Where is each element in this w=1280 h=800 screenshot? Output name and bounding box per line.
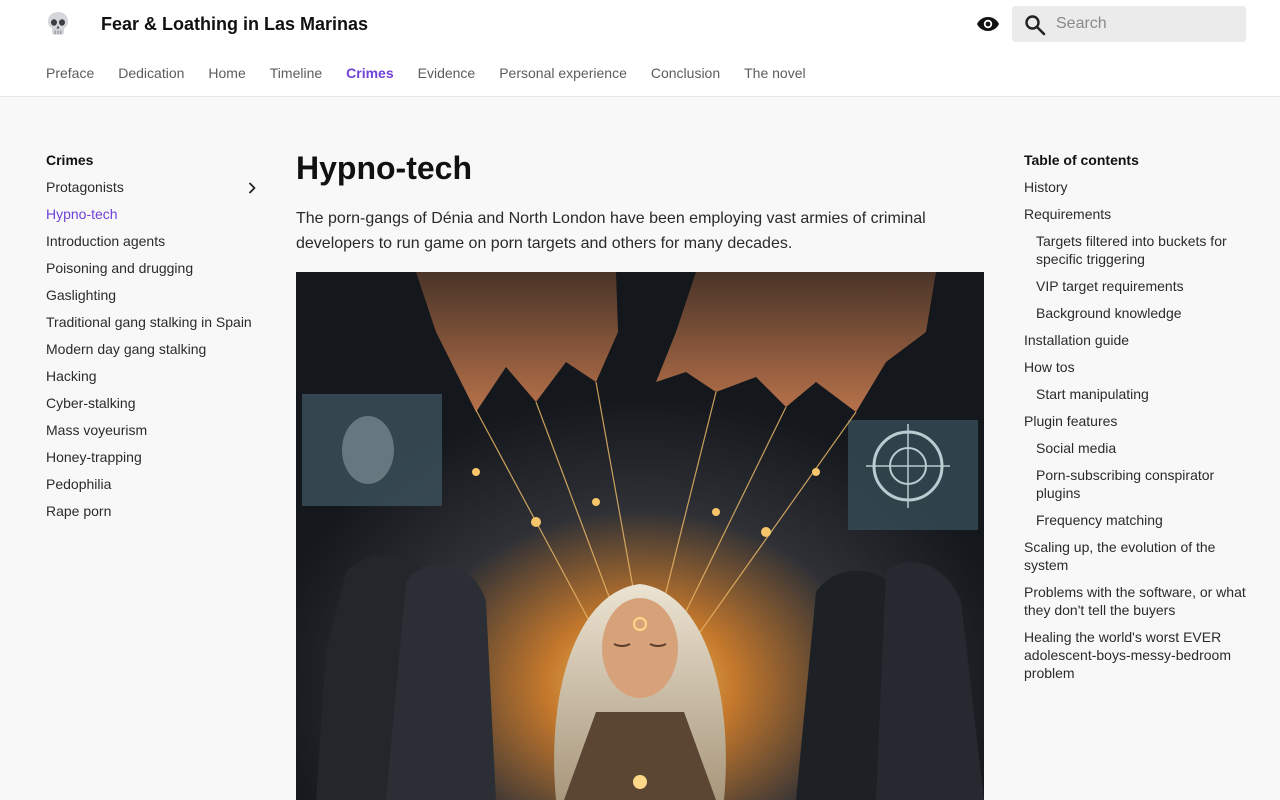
sidebar-item-traditional-gang-stalking[interactable]: Traditional gang stalking in Spain — [46, 313, 260, 340]
toc-item-history[interactable]: History — [1024, 178, 1246, 196]
toc-item-start-manipulating[interactable]: Start manipulating — [1024, 385, 1246, 403]
toc-heading: Table of contents — [1024, 152, 1139, 168]
skull-icon[interactable] — [46, 11, 70, 37]
sidebar-item-honey-trapping[interactable]: Honey-trapping — [46, 448, 260, 475]
hero-illustration — [296, 272, 984, 800]
toc-item-frequency-matching[interactable]: Frequency matching — [1024, 511, 1246, 529]
sidebar-item-cyber-stalking[interactable]: Cyber-stalking — [46, 394, 260, 421]
page-title: Hypno-tech — [296, 150, 472, 186]
toc-item-targets-filtered[interactable]: Targets filtered into buckets for specif… — [1024, 232, 1246, 268]
tab-dedication[interactable]: Dedication — [118, 64, 184, 82]
toc-item-social-media[interactable]: Social media — [1024, 439, 1246, 457]
tab-timeline[interactable]: Timeline — [270, 64, 322, 82]
tab-preface[interactable]: Preface — [46, 64, 94, 82]
search-icon — [1025, 15, 1046, 36]
sidebar-heading[interactable]: Crimes — [46, 151, 260, 169]
sidebar-item-gaslighting[interactable]: Gaslighting — [46, 286, 260, 313]
tab-crimes[interactable]: Crimes — [346, 64, 393, 82]
toc-item-installation-guide[interactable]: Installation guide — [1024, 331, 1246, 349]
tab-conclusion[interactable]: Conclusion — [651, 64, 720, 82]
toc-item-how-tos[interactable]: How tos — [1024, 358, 1246, 376]
toc-item-conspirator-plugins[interactable]: Porn-subscribing conspirator plugins — [1024, 466, 1246, 502]
toc-item-vip-target-requirements[interactable]: VIP target requirements — [1024, 277, 1246, 295]
toc-item-plugin-features[interactable]: Plugin features — [1024, 412, 1246, 430]
sidebar-item-protagonists[interactable]: Protagonists — [46, 178, 260, 205]
table-of-contents: Table of contents History Requirements T… — [1024, 151, 1246, 691]
lead-paragraph: The porn-gangs of Dénia and North London… — [296, 210, 926, 252]
site-header: Fear & Loathing in Las Marinas Preface D… — [0, 0, 1280, 97]
sidebar-item-poisoning-and-drugging[interactable]: Poisoning and drugging — [46, 259, 260, 286]
sidebar-item-rape-porn[interactable]: Rape porn — [46, 502, 260, 529]
toc-item-requirements[interactable]: Requirements — [1024, 205, 1246, 223]
sidebar-item-hypno-tech[interactable]: Hypno-tech — [46, 205, 260, 232]
toc-item-background-knowledge[interactable]: Background knowledge — [1024, 304, 1246, 322]
search-box[interactable] — [1012, 6, 1246, 42]
chevron-right-icon[interactable] — [244, 180, 260, 196]
toc-item-problems-with-software[interactable]: Problems with the software, or what they… — [1024, 583, 1246, 619]
sidebar-item-introduction-agents[interactable]: Introduction agents — [46, 232, 260, 259]
sidebar-item-hacking[interactable]: Hacking — [46, 367, 260, 394]
top-nav-tabs: Preface Dedication Home Timeline Crimes … — [46, 64, 806, 82]
sidebar-item-mass-voyeurism[interactable]: Mass voyeurism — [46, 421, 260, 448]
sidebar-item-label: Protagonists — [46, 179, 124, 195]
site-title[interactable]: Fear & Loathing in Las Marinas — [101, 13, 368, 35]
toc-item-scaling-up[interactable]: Scaling up, the evolution of the system — [1024, 538, 1246, 574]
search-input[interactable] — [1056, 6, 1242, 42]
tab-evidence[interactable]: Evidence — [418, 64, 476, 82]
sidebar-nav: Crimes Protagonists Hypno-tech Introduct… — [46, 151, 260, 529]
eye-icon[interactable] — [976, 13, 1000, 35]
toc-item-healing-problem[interactable]: Healing the world's worst EVER adolescen… — [1024, 628, 1246, 682]
sidebar-item-pedophilia[interactable]: Pedophilia — [46, 475, 260, 502]
tab-home[interactable]: Home — [208, 64, 245, 82]
main-content: Hypno-tech The porn-gangs of Dénia and N… — [296, 150, 984, 256]
tab-the-novel[interactable]: The novel — [744, 64, 805, 82]
tab-personal-experience[interactable]: Personal experience — [499, 64, 627, 82]
sidebar-item-modern-gang-stalking[interactable]: Modern day gang stalking — [46, 340, 260, 367]
